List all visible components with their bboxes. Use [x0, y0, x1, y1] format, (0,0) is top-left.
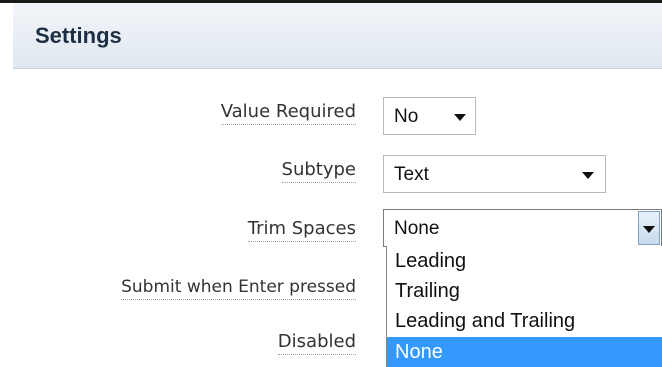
- disabled-label: Disabled: [277, 331, 356, 355]
- subtype-select[interactable]: Text: [383, 155, 606, 193]
- panel-title: Settings: [35, 23, 122, 48]
- dropdown-option-trailing[interactable]: Trailing: [387, 276, 662, 306]
- chevron-down-icon: [643, 226, 655, 233]
- subtype-label: Subtype: [281, 159, 356, 183]
- trim-spaces-label: Trim Spaces: [247, 218, 356, 242]
- value-required-select[interactable]: No: [383, 97, 476, 135]
- chevron-down-icon: [454, 114, 466, 121]
- trim-spaces-select[interactable]: None: [383, 209, 662, 247]
- dropdown-option-leading[interactable]: Leading: [387, 246, 662, 276]
- dropdown-toggle-button[interactable]: [638, 211, 660, 245]
- trim-spaces-dropdown-list: Leading Trailing Leading and Trailing No…: [386, 246, 662, 367]
- dropdown-option-none[interactable]: None: [387, 337, 662, 367]
- subtype-selected-value: Text: [394, 164, 429, 185]
- dropdown-option-leading-and-trailing[interactable]: Leading and Trailing: [387, 306, 662, 336]
- settings-panel-header: Settings: [13, 3, 662, 69]
- chevron-down-icon: [582, 172, 594, 179]
- submit-when-enter-label: Submit when Enter pressed: [121, 276, 356, 300]
- value-required-label: Value Required: [220, 101, 356, 125]
- trim-spaces-selected-value: None: [394, 218, 440, 239]
- settings-page: Settings Value Required No Subtype Text …: [0, 0, 662, 367]
- value-required-selected-value: No: [394, 106, 419, 127]
